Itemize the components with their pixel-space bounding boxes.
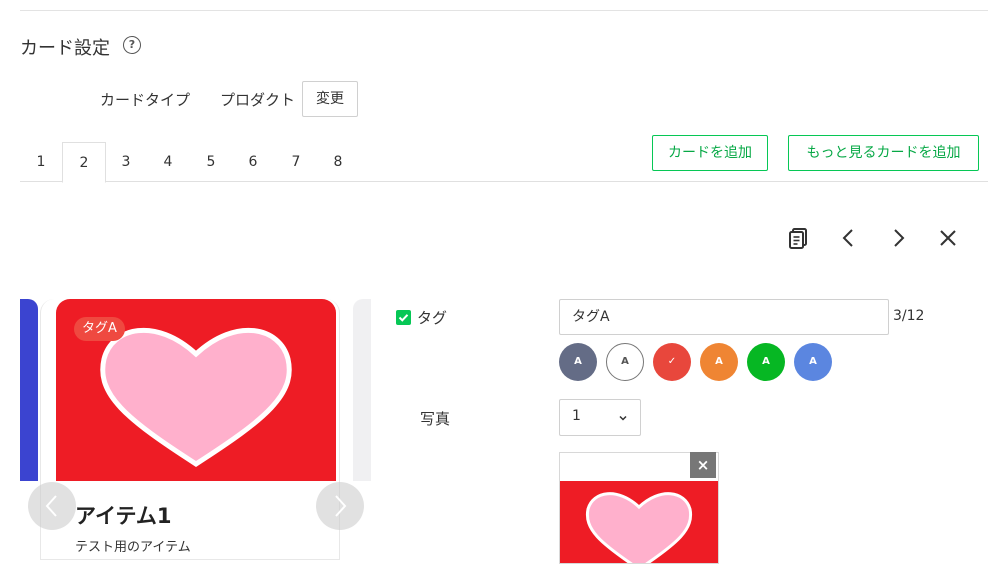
tag-char-counter: 3/12 bbox=[893, 308, 925, 324]
copy-icon[interactable] bbox=[787, 226, 811, 250]
tag-input-wrapper bbox=[559, 299, 889, 335]
tag-label: タグ bbox=[417, 309, 448, 327]
chevron-left-icon[interactable] bbox=[837, 226, 861, 250]
tag-input[interactable] bbox=[572, 300, 872, 332]
chevron-right-icon bbox=[335, 495, 347, 517]
photo-image bbox=[560, 481, 718, 563]
change-card-type-button[interactable]: 変更 bbox=[302, 81, 358, 117]
tab-8[interactable]: 8 bbox=[317, 142, 359, 181]
tag-badge: タグA bbox=[74, 317, 125, 341]
top-divider bbox=[20, 10, 988, 11]
tab-3[interactable]: 3 bbox=[105, 142, 147, 181]
tab-6[interactable]: 6 bbox=[232, 142, 274, 181]
carousel-prev-button[interactable] bbox=[28, 482, 76, 530]
photo-select[interactable]: 1 bbox=[559, 399, 641, 436]
tab-5[interactable]: 5 bbox=[190, 142, 232, 181]
section-title: カード設定 bbox=[20, 38, 110, 59]
color-swatch-orange[interactable]: A bbox=[700, 343, 738, 381]
next-card-preview bbox=[353, 299, 371, 481]
add-more-card-button[interactable]: もっと見るカードを追加 bbox=[788, 135, 979, 171]
remove-photo-button[interactable]: × bbox=[690, 452, 716, 478]
card-type-label: カードタイプ bbox=[100, 91, 191, 109]
tab-1[interactable]: 1 bbox=[20, 142, 62, 181]
check-icon bbox=[398, 314, 409, 322]
color-swatch-slate[interactable]: A bbox=[559, 343, 597, 381]
chevron-right-icon[interactable] bbox=[886, 226, 910, 250]
previous-card-preview bbox=[20, 299, 38, 481]
tag-checkbox[interactable] bbox=[396, 310, 411, 325]
close-icon[interactable] bbox=[936, 226, 960, 250]
chevron-down-icon bbox=[619, 415, 627, 421]
color-swatch-green[interactable]: A bbox=[747, 343, 785, 381]
tab-7[interactable]: 7 bbox=[275, 142, 317, 181]
item-title: アイテム1 bbox=[75, 504, 172, 528]
color-swatch-white[interactable]: A bbox=[606, 343, 644, 381]
add-card-button[interactable]: カードを追加 bbox=[652, 135, 768, 171]
chevron-left-icon bbox=[45, 495, 57, 517]
tab-2[interactable]: 2 bbox=[62, 142, 106, 183]
color-swatch-blue[interactable]: A bbox=[794, 343, 832, 381]
card-tabs: 1 2 3 4 5 6 7 8 bbox=[20, 142, 380, 183]
tab-4[interactable]: 4 bbox=[147, 142, 189, 181]
photo-label: 写真 bbox=[420, 410, 451, 428]
card-type-value: プロダクト bbox=[220, 91, 296, 109]
item-description: テスト用のアイテム bbox=[75, 540, 191, 555]
photo-select-value: 1 bbox=[572, 408, 581, 424]
carousel-next-button[interactable] bbox=[316, 482, 364, 530]
tabs-divider bbox=[20, 181, 988, 182]
color-swatch-red-selected[interactable]: ✓ bbox=[653, 343, 691, 381]
help-icon[interactable]: ? bbox=[123, 36, 141, 54]
heart-image bbox=[585, 492, 693, 563]
